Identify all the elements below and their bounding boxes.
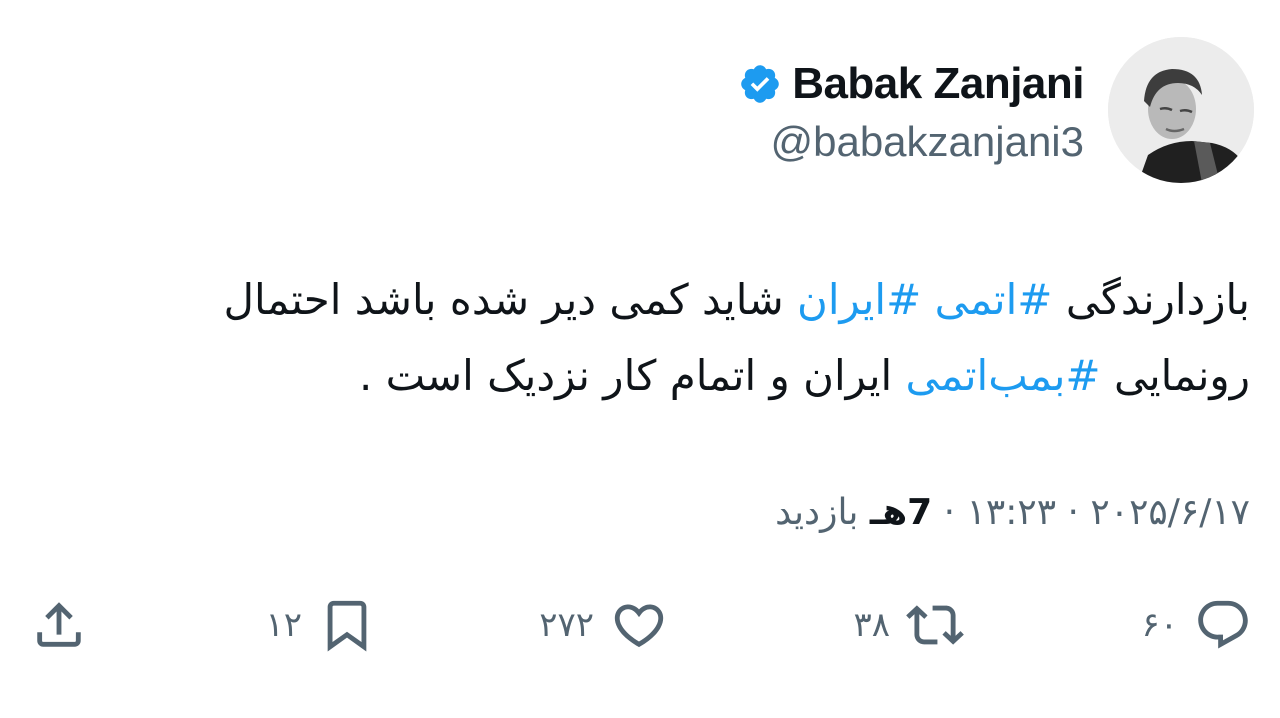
views-count: 7هـ: [869, 492, 933, 533]
tweet-line-2: رونمایی #بمب‌اتمی ایران و اتمام کار نزدی…: [40, 338, 1250, 414]
tweet-text-segment: بازدارندگی: [1052, 275, 1250, 324]
reply-count: ۶۰: [1141, 605, 1178, 645]
tweet-text-segment: [921, 275, 934, 324]
tweet-text-segment: ایران و اتمام کار نزدیک است .: [358, 351, 906, 400]
tweet-line-1: بازدارندگی #اتمی #ایران شاید کمی دیر شده…: [40, 262, 1250, 338]
views-label: بازدید: [775, 492, 870, 533]
tweet-time[interactable]: ۱۳:۲۳: [967, 492, 1056, 533]
hashtag-link[interactable]: #بمب‌اتمی: [906, 351, 1101, 400]
tweet-text-segment: رونمایی: [1100, 351, 1250, 400]
bookmark-count: ۱۲: [265, 605, 302, 645]
bookmark-icon: [327, 600, 367, 652]
repost-icon: [906, 605, 964, 645]
display-name[interactable]: Babak Zanjani: [792, 59, 1084, 109]
tweet-meta: ۲۰۲۵/۶/۱۷ · ۱۳:۲۳ · 7هـ بازدید: [775, 492, 1250, 533]
verified-badge-icon: [741, 65, 779, 103]
author-names: Babak Zanjani @babakzanjani3: [738, 54, 1084, 166]
avatar-photo: [1108, 37, 1254, 183]
reply-icon: [1198, 600, 1248, 649]
repost-count: ۳۸: [853, 605, 890, 645]
meta-separator: ·: [932, 492, 967, 533]
name-row: Babak Zanjani: [738, 54, 1084, 114]
user-handle[interactable]: @babakzanjani3: [770, 118, 1084, 166]
repost-button[interactable]: ۳۸: [853, 590, 964, 660]
tweet-text-segment: شاید کمی دیر شده باشد احتمال: [223, 275, 798, 324]
share-icon: [37, 602, 81, 647]
action-bar: ۶۰ ۳۸ ۲۷۲ ۱۲: [0, 590, 1280, 660]
hashtag-link[interactable]: #ایران: [797, 275, 921, 324]
tweet-header: Babak Zanjani @babakzanjani3: [738, 36, 1254, 184]
avatar[interactable]: [1108, 37, 1254, 183]
reply-button[interactable]: ۶۰: [1141, 590, 1252, 660]
bookmark-button[interactable]: ۱۲: [265, 590, 376, 660]
like-count: ۲۷۲: [539, 605, 594, 645]
like-button[interactable]: ۲۷۲: [539, 590, 668, 660]
share-button[interactable]: [30, 590, 88, 660]
heart-icon: [614, 604, 664, 648]
meta-separator: ·: [1056, 492, 1091, 533]
hashtag-link[interactable]: #اتمی: [935, 275, 1053, 324]
tweet-text: بازدارندگی #اتمی #ایران شاید کمی دیر شده…: [40, 262, 1250, 414]
tweet-date[interactable]: ۲۰۲۵/۶/۱۷: [1090, 492, 1250, 533]
